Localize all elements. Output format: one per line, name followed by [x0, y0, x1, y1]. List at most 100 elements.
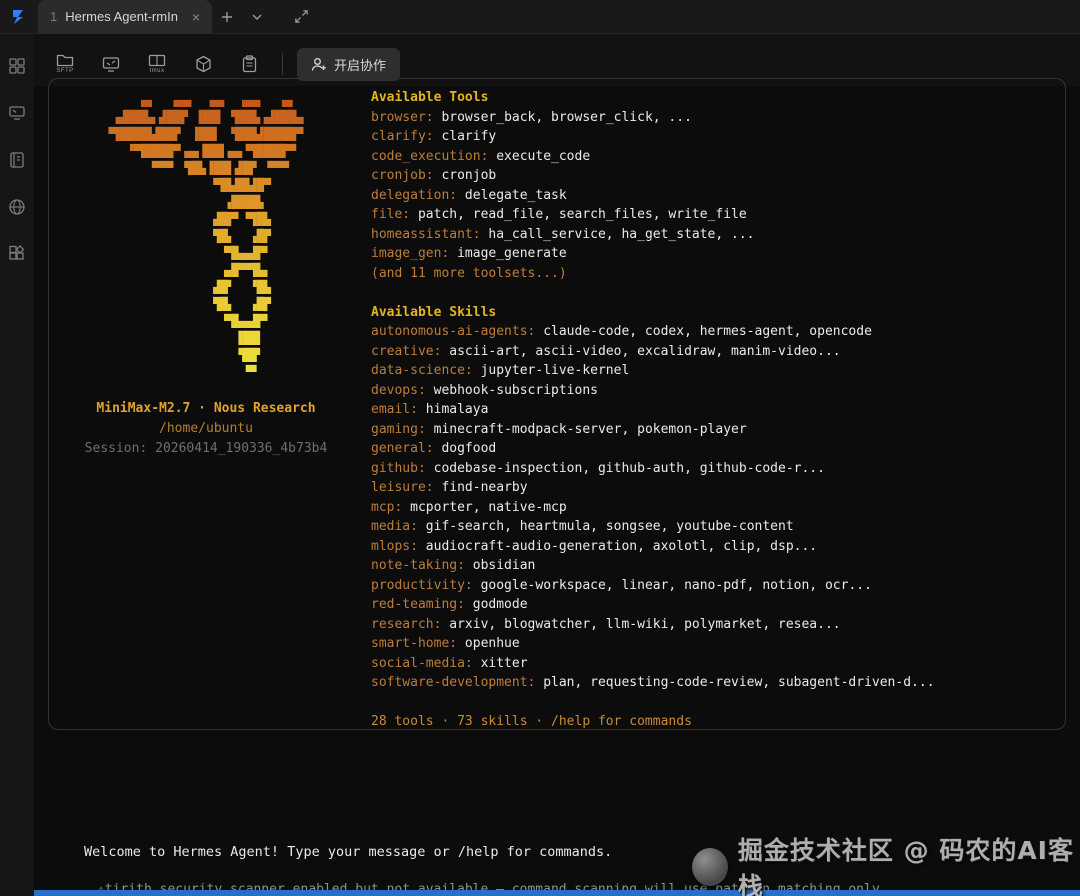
- list-line-label: cronjob:: [371, 168, 442, 183]
- list-line-value: claude-code, codex, hermes-agent, openco…: [543, 324, 872, 339]
- tools-list-line: file: patch, read_file, search_files, wr…: [371, 205, 1051, 225]
- list-line-value: arxiv, blogwatcher, llm-wiki, polymarket…: [449, 616, 841, 632]
- extensions-puzzle-icon[interactable]: [7, 244, 27, 264]
- tools-more-line: (and 11 more toolsets...): [371, 265, 567, 281]
- list-line-label: media:: [371, 519, 426, 534]
- list-line-label: data-science:: [371, 363, 481, 378]
- skills-list-line: mlops: audiocraft-audio-generation, axol…: [371, 537, 1051, 557]
- list-line-label: email:: [371, 402, 426, 417]
- list-line-value: patch, read_file, search_files, write_fi…: [417, 207, 747, 222]
- skills-list-line: note-taking: obsidian: [371, 556, 1051, 576]
- skills-heading: Available Skills: [371, 304, 497, 320]
- list-line-label: gaming:: [371, 421, 434, 437]
- hexagon-package-button[interactable]: [184, 46, 222, 82]
- skills-list-line: smart-home: openhue: [371, 634, 1051, 654]
- tools-list-line: code_execution: execute_code: [371, 147, 1051, 167]
- list-line-value: jupyter-live-kernel: [480, 363, 630, 378]
- sftp-button[interactable]: SFTP: [46, 46, 84, 82]
- ascii-art-line: ▝██▘: [148, 348, 264, 362]
- home-directory: /home/ubuntu: [159, 421, 253, 436]
- tools-heading: Available Tools: [371, 90, 489, 105]
- tmux-label: tmux: [149, 68, 165, 74]
- clipboard-button[interactable]: [230, 46, 268, 82]
- tools-list: browser: browser_back, browser_click, ..…: [371, 108, 1051, 264]
- start-collaboration-button[interactable]: 开启协作: [297, 47, 401, 81]
- expand-panel-icon[interactable]: [286, 2, 316, 32]
- skills-list-line: media: gif-search, heartmula, songsee, y…: [371, 517, 1051, 537]
- list-line-label: github:: [371, 460, 434, 476]
- intro-right-column: Available Tools browser: browser_back, b…: [371, 88, 1051, 729]
- skills-list-line: email: himalaya: [371, 400, 1051, 420]
- ascii-art-line: ▜█▖ ▗█▛: [140, 297, 272, 311]
- globe-tools-icon[interactable]: [7, 197, 27, 217]
- ascii-art-line: ▗████▖: [144, 195, 268, 209]
- title-bar: 1 Hermes Agent-rmIn ×: [0, 0, 1080, 34]
- skills-list-line: github: codebase-inspection, github-auth…: [371, 459, 1051, 479]
- ascii-art-line: ▝▀████▛▘▄▄▐██▌▄▄▝▜████▀▘: [112, 144, 300, 158]
- tools-list-line: cronjob: cronjob: [371, 166, 1051, 186]
- terminal-toolbar: SFTP tmux 开启协作: [46, 44, 401, 84]
- list-line-label: red-teaming:: [371, 597, 473, 612]
- skills-list-line: autonomous-ai-agents: claude-code, codex…: [371, 322, 1051, 342]
- activity-bar: [0, 34, 34, 896]
- list-line-value: clarify: [441, 129, 497, 144]
- skills-list-line: red-teaming: godmode: [371, 595, 1051, 615]
- terminal-pane[interactable]: ▗▄ ▄▄▖ ▄▄ ▗▄▄ ▄▖ ▄███▙▖▟██▛ ▐██▌ ▜██▙▗▟█…: [34, 78, 1080, 896]
- list-line-label: general:: [371, 441, 442, 456]
- ascii-art-line: ▗▄ ▄▄▖ ▄▄ ▗▄▄ ▄▖: [115, 93, 297, 107]
- ascii-art-line: ▀█▄▄█▀: [144, 246, 268, 260]
- skills-list-line: general: dogfood: [371, 439, 1051, 459]
- tmux-button[interactable]: tmux: [138, 46, 176, 82]
- tools-list-line: delegation: delegate_task: [371, 186, 1051, 206]
- list-line-value: himalaya: [425, 402, 489, 417]
- list-line-value: delegate_task: [464, 187, 567, 203]
- list-line-label: note-taking:: [371, 558, 473, 573]
- notebook-icon[interactable]: [7, 150, 27, 170]
- list-line-value: webhook-subscriptions: [433, 382, 598, 398]
- list-line-label: clarify:: [371, 129, 442, 144]
- list-line-value: godmode: [472, 597, 528, 612]
- list-line-label: social-media:: [371, 655, 481, 671]
- remote-display-icon[interactable]: [7, 103, 27, 123]
- tools-list-line: browser: browser_back, browser_click, ..…: [371, 108, 1051, 128]
- list-line-value: plan, requesting-code-review, subagent-d…: [543, 675, 935, 690]
- skills-list-line: creative: ascii-art, ascii-video, excali…: [371, 342, 1051, 362]
- welcome-message: Welcome to Hermes Agent! Type your messa…: [84, 844, 613, 860]
- skills-list-line: productivity: google-workspace, linear, …: [371, 576, 1051, 596]
- ascii-art-line: ▝▀▀▘ ▜█▙▐██▌▟█▛ ▝▀▀▘: [119, 161, 293, 175]
- caduceus-ascii-art: ▗▄ ▄▄▖ ▄▄ ▗▄▄ ▄▖ ▄███▙▖▟██▛ ▐██▌ ▜██▙▗▟█…: [105, 92, 307, 381]
- skills-list-line: data-science: jupyter-live-kernel: [371, 361, 1051, 381]
- list-line-label: mcp:: [371, 499, 411, 515]
- ascii-art-line: ▄█▀▀█▄: [144, 263, 268, 277]
- skills-list-line: mcp: mcporter, native-mcp: [371, 498, 1051, 518]
- skills-list-line: research: arxiv, blogwatcher, llm-wiki, …: [371, 615, 1051, 635]
- skills-list-line: gaming: minecraft-modpack-server, pokemo…: [371, 420, 1051, 440]
- list-line-value: browser_back, browser_click, ...: [441, 109, 692, 125]
- remote-screen-button[interactable]: [92, 46, 130, 82]
- list-line-label: productivity:: [371, 577, 481, 593]
- agent-intro-box: ▗▄ ▄▄▖ ▄▄ ▗▄▄ ▄▖ ▄███▙▖▟██▛ ▐██▌ ▜██▙▗▟█…: [48, 78, 1066, 730]
- app-logo-icon[interactable]: [0, 0, 36, 34]
- close-tab-icon[interactable]: ×: [192, 9, 200, 25]
- toolbar-divider: [282, 53, 283, 75]
- list-line-label: browser:: [371, 109, 442, 125]
- new-terminal-plus-icon[interactable]: [212, 2, 242, 32]
- terminal-tab[interactable]: 1 Hermes Agent-rmIn ×: [38, 0, 213, 34]
- list-line-value: xitter: [480, 655, 528, 671]
- list-line-label: file:: [371, 207, 418, 222]
- ascii-art-line: ▄███▙▖▟██▛ ▐██▌ ▜██▙▗▟███▄: [108, 110, 304, 124]
- ascii-art-line: ▀█▄▄█▀: [144, 314, 268, 328]
- list-line-label: mlops:: [371, 538, 426, 554]
- skills-list-line: devops: webhook-subscriptions: [371, 381, 1051, 401]
- ascii-art-line: ▀█▙██▟█▀: [140, 178, 272, 192]
- list-line-label: autonomous-ai-agents:: [371, 324, 544, 339]
- list-line-value: cronjob: [441, 168, 497, 183]
- list-line-value: codebase-inspection, github-auth, github…: [433, 460, 825, 476]
- ascii-art-line: ▜█▖ ▗█▛: [140, 229, 272, 243]
- person-plus-icon: [311, 57, 327, 72]
- terminal-dropdown-chevron-icon[interactable]: [242, 2, 272, 32]
- list-line-label: software-development:: [371, 675, 544, 690]
- session-id: Session: 20260414_190336_4b73b4: [84, 441, 328, 456]
- apps-grid-icon[interactable]: [7, 56, 27, 76]
- ascii-art-line: ▀▘: [151, 365, 261, 379]
